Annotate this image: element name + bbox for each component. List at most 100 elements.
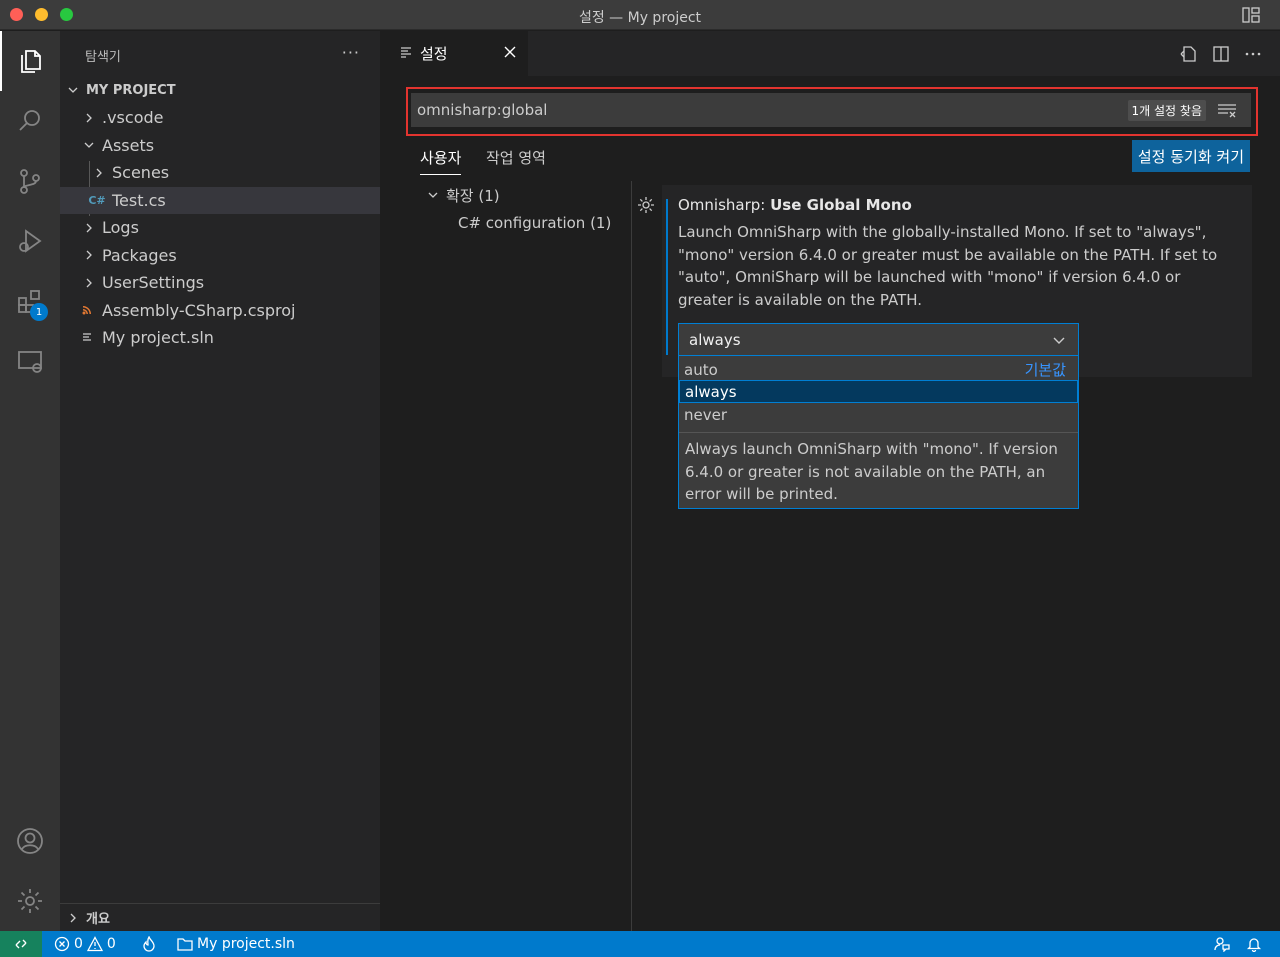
tree-item-logs[interactable]: Logs (60, 214, 380, 242)
toc-item-extensions[interactable]: 확장 (1) (410, 181, 631, 209)
project-section-title: MY PROJECT (86, 82, 176, 98)
chevron-down-icon (66, 83, 80, 97)
source-control-icon (20, 169, 40, 194)
explorer-sidebar: 탐색기 ··· MY PROJECT .vscode Assets Scenes… (60, 31, 380, 931)
file-tree: .vscode Assets Scenes C# Test.cs Logs Pa… (60, 104, 380, 352)
explorer-activity[interactable] (0, 31, 60, 91)
extensions-badge: 1 (30, 303, 48, 321)
remote-icon (15, 939, 27, 949)
settings-editor: 설정 1개 설정 찾음 사용자 작업 영역 설정 동기화 켜기 확장 (1) C… (380, 31, 1280, 931)
outline-section-header[interactable]: 개요 (60, 903, 380, 931)
chevron-right-icon (92, 166, 106, 180)
project-name: My project.sln (197, 936, 295, 952)
tree-item-csproj[interactable]: Assembly-CSharp.csproj (60, 297, 380, 325)
setting-name: Use Global Mono (770, 196, 912, 214)
settings-search-input[interactable] (417, 93, 1107, 127)
window-title: 설정 — My project (578, 10, 702, 26)
split-editor-icon[interactable] (1212, 45, 1230, 63)
remote-indicator[interactable] (0, 931, 42, 957)
accounts-activity[interactable] (0, 811, 60, 871)
default-value-label: 기본값 (1024, 361, 1066, 379)
manage-activity[interactable] (0, 871, 60, 931)
tab-settings[interactable]: 설정 (380, 31, 528, 76)
chevron-down-icon (426, 188, 440, 202)
project-indicator[interactable]: My project.sln (177, 931, 295, 957)
tree-item-vscode[interactable]: .vscode (60, 104, 380, 132)
flame-indicator[interactable] (141, 931, 157, 957)
account-icon (17, 828, 43, 854)
search-result-count: 1개 설정 찾음 (1127, 100, 1206, 121)
select-dropdown-list: auto 기본값 always never Always launch Omni… (678, 356, 1079, 509)
settings-search-box: 1개 설정 찾음 (411, 93, 1251, 127)
feedback-indicator[interactable] (1214, 931, 1230, 957)
chevron-right-icon (66, 911, 80, 925)
search-icon (19, 110, 40, 131)
option-never[interactable]: never (679, 403, 1078, 426)
files-icon (21, 50, 41, 73)
error-count: 0 (74, 936, 83, 952)
settings-list-icon (400, 46, 412, 62)
use-global-mono-select[interactable]: always (678, 323, 1079, 356)
list-file-icon (80, 332, 94, 343)
title-bar: 설정 — My project (0, 0, 1280, 30)
tab-workspace-scope[interactable]: 작업 영역 (486, 147, 546, 174)
option-description: Always launch OmniSharp with "mono". If … (679, 432, 1078, 511)
tree-item-test-cs[interactable]: C# Test.cs (60, 186, 380, 214)
clear-filter-icon[interactable] (1217, 101, 1237, 119)
csharp-file-icon: C# (88, 193, 106, 207)
outline-title: 개요 (86, 912, 110, 927)
chevron-right-icon (82, 221, 96, 235)
run-debug-icon (19, 229, 42, 253)
editor-actions (1180, 45, 1262, 63)
chevron-right-icon (82, 111, 96, 125)
status-bar: 0 0 My project.sln (0, 931, 1280, 957)
customize-layout-icon[interactable] (1242, 7, 1260, 23)
remote-explorer-activity[interactable] (0, 331, 60, 391)
flame-icon (143, 936, 155, 952)
search-activity[interactable] (0, 91, 60, 151)
select-value: always (689, 330, 741, 349)
setting-gear-icon[interactable] (636, 195, 656, 215)
turn-on-settings-sync-button[interactable]: 설정 동기화 켜기 (1131, 140, 1250, 172)
gear-icon (18, 889, 42, 913)
folder-icon (177, 938, 193, 951)
tree-item-usersettings[interactable]: UserSettings (60, 269, 380, 297)
notifications-indicator[interactable] (1246, 931, 1262, 957)
warning-icon (86, 936, 103, 952)
settings-toc: 확장 (1) C# configuration (1) (410, 181, 632, 931)
feedback-icon (1214, 937, 1230, 952)
explorer-header: 탐색기 ··· (60, 31, 380, 79)
tree-item-packages[interactable]: Packages (60, 242, 380, 270)
problems-indicator[interactable]: 0 0 (54, 931, 116, 957)
activity-bar: 1 (0, 31, 60, 931)
tree-item-assets[interactable]: Assets (60, 132, 380, 160)
tab-bar: 설정 (380, 31, 1280, 76)
chevron-down-icon (1053, 337, 1065, 344)
extensions-activity[interactable]: 1 (0, 271, 60, 331)
close-icon[interactable] (502, 44, 518, 60)
project-section-header[interactable]: MY PROJECT (60, 79, 380, 101)
tree-item-scenes[interactable]: Scenes (60, 159, 380, 187)
tree-item-sln[interactable]: My project.sln (60, 324, 380, 352)
remote-explorer-icon (18, 351, 42, 373)
toc-item-csharp-configuration[interactable]: C# configuration (1) (410, 209, 631, 237)
warning-count: 0 (106, 936, 116, 952)
explorer-title: 탐색기 (85, 49, 121, 65)
run-debug-activity[interactable] (0, 211, 60, 271)
explorer-more-button[interactable]: ··· (342, 43, 360, 62)
error-icon (54, 936, 70, 952)
chevron-down-icon (82, 138, 96, 152)
rss-file-icon (80, 305, 94, 315)
tab-user-scope[interactable]: 사용자 (420, 147, 462, 175)
option-auto[interactable]: auto 기본값 (679, 358, 1078, 381)
chevron-right-icon (82, 248, 96, 262)
chevron-right-icon (82, 276, 96, 290)
setting-focus-indicator (666, 199, 668, 355)
source-control-activity[interactable] (0, 151, 60, 211)
more-actions-icon[interactable] (1244, 45, 1262, 63)
setting-description: Launch OmniSharp with the globally-insta… (678, 223, 1218, 309)
setting-category: Omnisharp: (678, 196, 771, 214)
bell-icon (1246, 938, 1262, 952)
open-json-icon[interactable] (1180, 45, 1198, 63)
option-always[interactable]: always (679, 380, 1078, 403)
